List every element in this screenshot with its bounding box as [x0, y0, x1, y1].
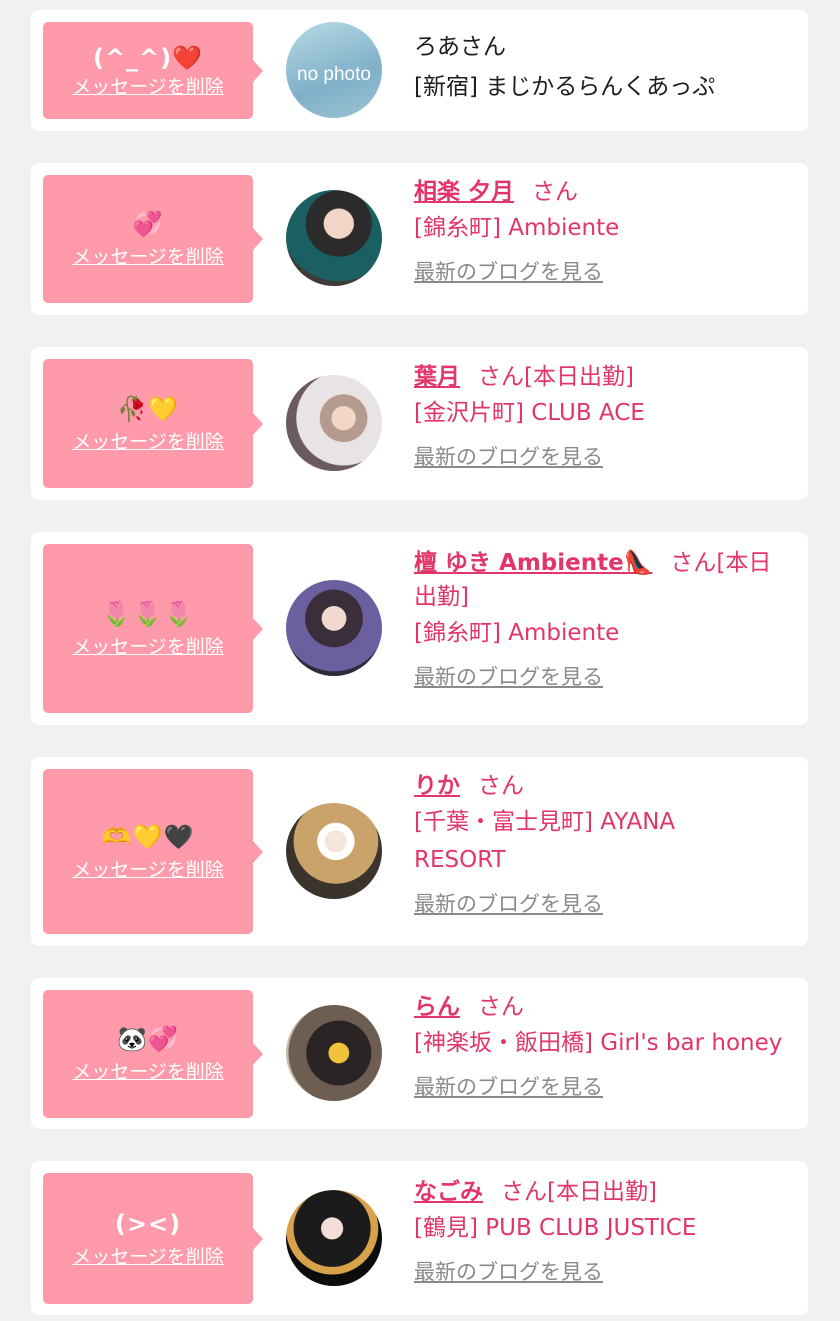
message-card: 💞 メッセージを削除 相楽 夕月 さん [錦糸町] Ambiente 最新のブログ… [31, 163, 808, 315]
honorific-continued: 出勤] [414, 584, 469, 610]
delete-message-link[interactable]: メッセージを削除 [72, 635, 224, 659]
avatar[interactable] [286, 803, 382, 899]
avatar[interactable] [286, 1005, 382, 1101]
cast-info: らん さん [神楽坂・飯田橋] Girl's bar honey 最新のブログを見… [414, 990, 799, 1102]
cast-name-link[interactable]: 檀 ゆき Ambiente👠 [414, 550, 652, 576]
shop-name: [金沢片町] CLUB ACE [414, 400, 645, 426]
latest-blog-link[interactable]: 最新のブログを見る [414, 662, 799, 692]
message-emoji: (^_^)❤️ [93, 43, 203, 73]
shop-name-continued: RESORT [414, 847, 506, 873]
message-bubble: 🫶💛🖤 メッセージを削除 [43, 769, 263, 934]
shop-name: [錦糸町] Ambiente [414, 215, 620, 241]
message-card: 🌷🌷🌷 メッセージを削除 檀 ゆき Ambiente👠 さん[本日 出勤] [錦糸… [31, 532, 808, 725]
delete-message-link[interactable]: メッセージを削除 [72, 858, 224, 882]
emoji-text: (^_^) [92, 43, 173, 72]
message-bubble: 🌷🌷🌷 メッセージを削除 [43, 544, 263, 713]
cast-name: ろあさん [414, 34, 506, 60]
avatar[interactable] [286, 375, 382, 471]
message-bubble: 💞 メッセージを削除 [43, 175, 263, 303]
message-card: (^_^)❤️ メッセージを削除 no photo ろあさん [新宿] まじかる… [31, 10, 808, 131]
message-card: 🥀💛 メッセージを削除 葉月 さん[本日出勤] [金沢片町] CLUB ACE 最… [31, 347, 808, 500]
cast-info: ろあさん [新宿] まじかるらんくあっぷ [414, 30, 799, 106]
latest-blog-link[interactable]: 最新のブログを見る [414, 1257, 799, 1287]
cast-name-link[interactable]: 葉月 [414, 364, 460, 390]
message-bubble: 🐼💞 メッセージを削除 [43, 990, 263, 1118]
shop-name: [鶴見] PUB CLUB JUSTICE [414, 1215, 697, 1241]
shop-name: [神楽坂・飯田橋] Girl's bar honey [414, 1030, 783, 1056]
honorific: さん[本日出勤] [478, 364, 634, 390]
cast-info: 相楽 夕月 さん [錦糸町] Ambiente 最新のブログを見る [414, 175, 799, 287]
honorific: さん[本日 [670, 550, 772, 576]
delete-message-link[interactable]: メッセージを削除 [72, 430, 224, 454]
latest-blog-link[interactable]: 最新のブログを見る [414, 1072, 799, 1102]
cast-info: なごみ さん[本日出勤] [鶴見] PUB CLUB JUSTICE 最新のブログ… [414, 1175, 799, 1287]
delete-message-link[interactable]: メッセージを削除 [72, 75, 224, 99]
cast-info: 檀 ゆき Ambiente👠 さん[本日 出勤] [錦糸町] Ambiente 最… [414, 546, 799, 692]
message-emoji: 🐼💞 [117, 1025, 179, 1053]
message-card: 🫶💛🖤 メッセージを削除 りか さん [千葉・富士見町] AYANA RESORT… [31, 757, 808, 946]
message-emoji: (><) [114, 1209, 182, 1238]
message-bubble: 🥀💛 メッセージを削除 [43, 359, 263, 488]
message-card: 🐼💞 メッセージを削除 らん さん [神楽坂・飯田橋] Girl's bar ho… [31, 978, 808, 1129]
avatar[interactable] [286, 580, 382, 676]
cast-name-link[interactable]: なごみ [414, 1179, 483, 1205]
heart-icon: ❤️ [172, 43, 204, 72]
latest-blog-link[interactable]: 最新のブログを見る [414, 889, 799, 919]
message-bubble: (^_^)❤️ メッセージを削除 [43, 22, 263, 119]
emoji-text: 🫶💛🖤 [101, 822, 195, 851]
cast-name-link[interactable]: りか [414, 773, 460, 799]
delete-message-link[interactable]: メッセージを削除 [72, 245, 224, 269]
delete-message-link[interactable]: メッセージを削除 [72, 1060, 224, 1084]
message-card: (><) メッセージを削除 なごみ さん[本日出勤] [鶴見] PUB CLUB … [31, 1161, 808, 1315]
honorific: さん [478, 994, 524, 1020]
latest-blog-link[interactable]: 最新のブログを見る [414, 257, 799, 287]
honorific: さん [532, 179, 579, 205]
shop-name: [千葉・富士見町] AYANA [414, 809, 676, 835]
message-emoji: 💞 [132, 210, 164, 238]
message-emoji: 🌷🌷🌷 [101, 599, 195, 628]
message-emoji: 🫶💛🖤 [102, 822, 195, 852]
avatar[interactable] [286, 1190, 382, 1286]
avatar[interactable] [286, 190, 382, 286]
honorific: さん[本日出勤] [501, 1179, 657, 1205]
shop-name: [新宿] まじかるらんくあっぷ [414, 74, 716, 100]
message-bubble: (><) メッセージを削除 [43, 1173, 263, 1304]
cast-info: 葉月 さん[本日出勤] [金沢片町] CLUB ACE 最新のブログを見る [414, 360, 799, 472]
no-photo-label: no photo [297, 64, 371, 85]
cast-name-link[interactable]: 相楽 夕月 [414, 179, 514, 205]
latest-blog-link[interactable]: 最新のブログを見る [414, 442, 799, 472]
message-emoji: 🥀💛 [117, 394, 179, 423]
cast-info: りか さん [千葉・富士見町] AYANA RESORT 最新のブログを見る [414, 769, 799, 919]
cast-name-link[interactable]: らん [414, 994, 460, 1020]
avatar[interactable]: no photo [286, 22, 382, 118]
honorific: さん [478, 773, 524, 799]
delete-message-link[interactable]: メッセージを削除 [72, 1245, 224, 1269]
shop-name: [錦糸町] Ambiente [414, 620, 620, 646]
